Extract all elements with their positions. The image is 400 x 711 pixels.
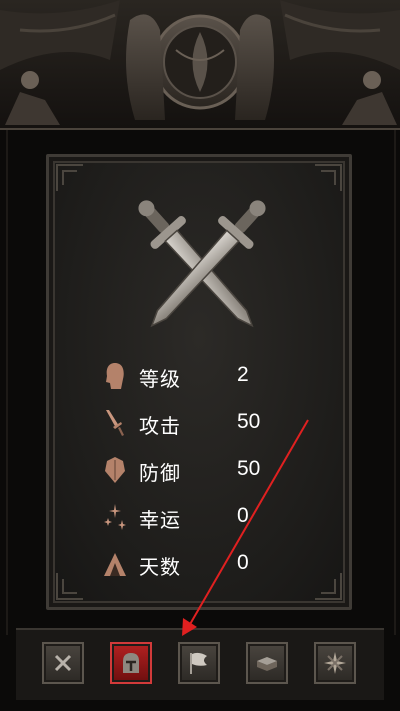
dagger-icon — [103, 408, 127, 438]
stat-value: 0 — [237, 504, 249, 527]
bottom-toolbar — [16, 628, 384, 700]
sparkle-icon — [103, 502, 127, 532]
corner-ornament — [55, 163, 85, 193]
stat-value: 0 — [237, 551, 249, 574]
map-icon — [324, 652, 346, 674]
map-tab-button[interactable] — [314, 642, 356, 684]
flag-icon — [190, 652, 207, 674]
stat-label: 攻击 — [139, 414, 181, 438]
stat-value: 2 — [237, 363, 249, 386]
stats-list: 等级 2 攻击 50 防御 50 幸运 0 天数 0 — [103, 355, 323, 590]
book-tab-button[interactable] — [246, 642, 288, 684]
stat-label: 等级 — [139, 367, 181, 391]
helmet-icon — [123, 653, 139, 673]
stat-row-attack: 攻击 50 — [103, 402, 323, 449]
stat-label: 天数 — [139, 555, 181, 579]
corner-ornament — [55, 571, 85, 601]
stat-row-luck: 幸运 0 — [103, 496, 323, 543]
crossed-swords-icon — [122, 195, 282, 345]
stat-value: 50 — [237, 410, 261, 433]
character-stats-card: 等级 2 攻击 50 防御 50 幸运 0 天数 0 — [46, 154, 352, 610]
close-button[interactable] — [42, 642, 84, 684]
stat-row-level: 等级 2 — [103, 355, 323, 402]
stat-label: 防御 — [139, 461, 181, 485]
tent-icon — [103, 549, 127, 579]
stat-row-days: 天数 0 — [103, 543, 323, 590]
flag-tab-button[interactable] — [178, 642, 220, 684]
stat-value: 50 — [237, 457, 261, 480]
stat-label: 幸运 — [139, 508, 181, 532]
book-icon — [257, 657, 277, 671]
stat-row-defense: 防御 50 — [103, 449, 323, 496]
close-icon — [54, 654, 72, 672]
shield-icon — [103, 455, 127, 485]
character-tab-button[interactable] — [110, 642, 152, 684]
corner-ornament — [313, 163, 343, 193]
head-icon — [103, 361, 127, 391]
ornamental-banner — [0, 0, 400, 130]
